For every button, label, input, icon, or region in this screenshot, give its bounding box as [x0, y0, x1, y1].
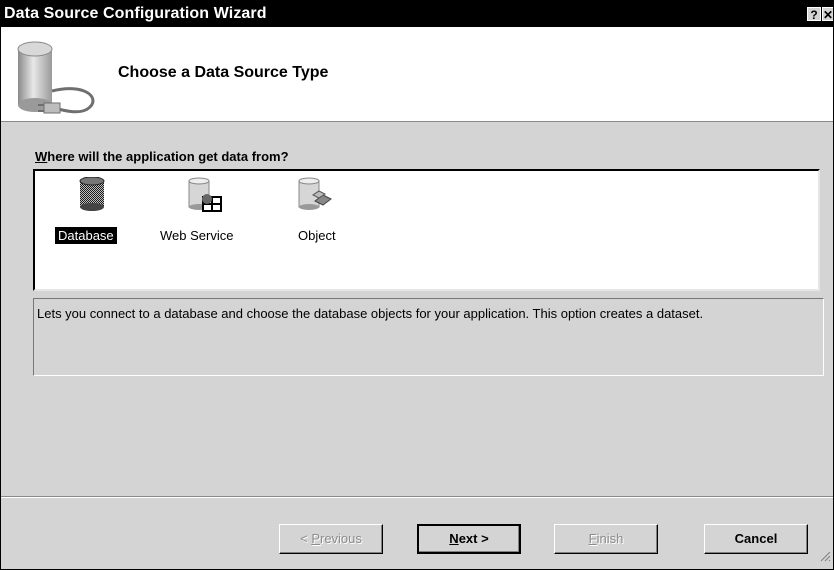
database-icon	[79, 176, 105, 216]
description-text: Lets you connect to a database and choos…	[37, 306, 704, 321]
next-accel: N	[449, 531, 459, 546]
list-item-label: Database	[55, 227, 117, 244]
prompt-text: here will the application get data from?	[47, 149, 289, 164]
web-service-icon	[187, 177, 227, 218]
page-title: Choose a Data Source Type	[118, 64, 329, 81]
prompt-accel: W	[35, 149, 48, 164]
previous-prefix: <	[300, 531, 312, 546]
wizard-dialog: Data Source Configuration Wizard ? ✕ Cho…	[0, 0, 834, 570]
description-box: Lets you connect to a database and choos…	[33, 298, 824, 376]
database-plug-icon	[14, 39, 102, 122]
source-type-list[interactable]: Database Web Service Object	[33, 169, 820, 291]
next-rest: ext >	[458, 531, 489, 546]
window-title: Data Source Configuration Wizard	[4, 5, 267, 22]
resize-grip-icon[interactable]	[819, 549, 831, 567]
previous-accel: P	[311, 531, 320, 546]
help-button[interactable]: ?	[807, 7, 821, 22]
list-item-label: Object	[298, 228, 336, 243]
finish-rest: inish	[596, 531, 624, 546]
object-icon	[297, 175, 337, 216]
finish-accel: F	[588, 531, 597, 546]
header-panel: Choose a Data Source Type	[1, 27, 833, 122]
finish-button[interactable]: Finish	[554, 524, 658, 554]
title-bar[interactable]: Data Source Configuration Wizard ? ✕	[1, 1, 833, 27]
source-prompt-label: Where will the application get data from…	[35, 149, 289, 164]
cancel-button[interactable]: Cancel	[704, 524, 808, 554]
previous-button[interactable]: < Previous	[279, 524, 383, 554]
next-button[interactable]: Next >	[417, 524, 521, 554]
previous-rest: revious	[319, 531, 362, 546]
list-item-label: Web Service	[160, 228, 234, 243]
button-separator	[1, 496, 833, 498]
close-button[interactable]: ✕	[822, 7, 833, 22]
